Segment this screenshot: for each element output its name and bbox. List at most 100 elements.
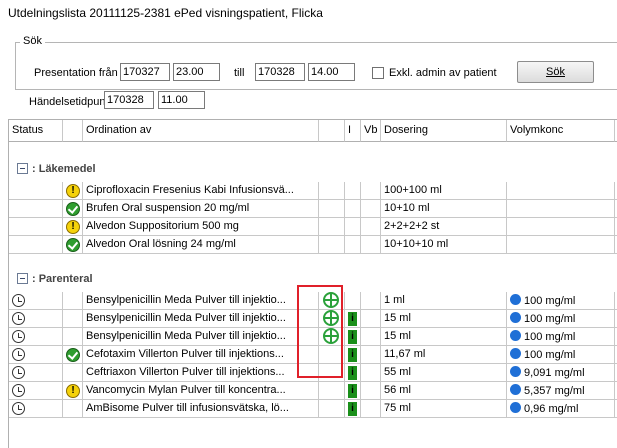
table-row[interactable]: Alvedon Oral lösning 24 mg/ml 10+10+10 ml… [9,236,617,254]
cell-name: Alvedon Suppositorium 500 mg [83,218,319,236]
cell-info [345,182,361,200]
cell-vb [361,328,381,346]
cell-flag: ! [63,218,83,236]
clock-icon [12,402,25,415]
col-header-i[interactable]: I [345,120,361,142]
cell-status [9,292,63,310]
cell-status [9,218,63,236]
event-time-input[interactable]: 11.00 [158,91,205,109]
search-group-label: Sök [20,35,45,47]
exclude-admin-checkbox[interactable] [372,67,384,79]
info-icon[interactable]: i [348,366,357,380]
info-icon[interactable]: i [348,384,357,398]
dose-value: 56 ml [384,384,411,396]
cell-flag [63,346,83,364]
drop-icon [510,312,521,323]
dose-value: 15 ml [384,330,411,342]
till-label: till [234,67,245,79]
ordination-name: Ceftriaxon Villerton Pulver till injekti… [86,366,285,378]
concentration-value: 5,357 mg/ml [524,385,585,397]
cell-flag [63,236,83,254]
clock-icon [12,312,25,325]
cell-info: i [345,400,361,418]
table-row[interactable]: ! Ciprofloxacin Fresenius Kabi Infusionsv… [9,182,617,200]
cell-dose: 10+10 ml [381,200,507,218]
cell-dose: 15 ml [381,310,507,328]
collapse-icon[interactable] [17,273,28,284]
search-button[interactable]: Sök [517,61,594,83]
col-header-dosering[interactable]: Dosering [381,120,507,142]
ordination-name: Bensylpenicillin Meda Pulver till injekt… [86,312,286,324]
cell-dose: 75 ml [381,400,507,418]
collapse-icon[interactable] [17,163,28,174]
cell-vb [361,236,381,254]
info-icon[interactable]: i [348,312,357,326]
event-date-input[interactable]: 170328 [104,91,154,109]
cell-icon [319,400,345,418]
warning-icon: ! [66,220,80,234]
ordination-name: Cefotaxim Villerton Pulver till injektio… [86,348,284,360]
cell-name: Vancomycin Mylan Pulver till koncentra..… [83,382,319,400]
cell-name: Bensylpenicillin Meda Pulver till injekt… [83,310,319,328]
cell-name: AmBisome Pulver till infusionsvätska, lö… [83,400,319,418]
col-header-vb[interactable]: Vb [361,120,381,142]
table-row[interactable]: ! Vancomycin Mylan Pulver till koncentra.… [9,382,617,400]
cell-dose: 1 ml [381,292,507,310]
to-date-input[interactable]: 170328 [255,63,305,81]
ordination-name: Bensylpenicillin Meda Pulver till injekt… [86,330,286,342]
concentration-value: 100 mg/ml [524,349,576,361]
cell-status [9,236,63,254]
cell-status [9,328,63,346]
cell-dose: 2+2+2+2 st [381,218,507,236]
from-time-input[interactable]: 23.00 [173,63,220,81]
cell-info: i [345,328,361,346]
cell-icon [319,200,345,218]
info-icon[interactable]: i [348,402,357,416]
cell-conc [507,218,615,236]
col-header-status[interactable]: Status [9,120,63,142]
dose-value: 15 ml [384,312,411,324]
concentration-value: 9,091 mg/ml [524,367,585,379]
table-row[interactable]: !Alvedon Suppositorium 500 mg2+2+2+2 sti [9,218,617,236]
cell-name: Cefotaxim Villerton Pulver till injektio… [83,346,319,364]
check-icon [66,348,80,362]
to-time-input[interactable]: 14.00 [308,63,355,81]
col-header-volymkonc[interactable]: Volymkonc [507,120,615,142]
cell-dose: 55 ml [381,364,507,382]
ordination-name: AmBisome Pulver till infusionsvätska, lö… [86,402,289,414]
ordination-name: Alvedon Suppositorium 500 mg [86,220,239,232]
group-label: : Parenteral [32,273,93,285]
cell-conc: 9,091 mg/ml [507,364,615,382]
table-row[interactable]: Brufen Oral suspension 20 mg/ml10+10 mli [9,200,617,218]
group-header[interactable]: : Parenteral [9,273,93,293]
table-row[interactable]: AmBisome Pulver till infusionsvätska, lö… [9,400,617,418]
cell-flag [63,310,83,328]
dose-value: 1 ml [384,294,405,306]
clock-icon [12,294,25,307]
cell-name: Ceftriaxon Villerton Pulver till injekti… [83,364,319,382]
cell-vb [361,310,381,328]
cell-info [345,292,361,310]
dose-value: 11,67 ml [384,348,426,360]
highlight-box [297,285,343,378]
cell-info [345,218,361,236]
col-header-icon[interactable] [319,120,345,142]
cell-flag [63,292,83,310]
col-header-flag[interactable] [63,120,83,142]
concentration-value: 0,96 mg/ml [524,403,579,415]
cell-vb [361,346,381,364]
ordination-name: Brufen Oral suspension 20 mg/ml [86,202,250,214]
cell-conc: 0,96 mg/ml [507,400,615,418]
cell-conc [507,182,615,200]
ordination-name: Alvedon Oral lösning 24 mg/ml [86,238,236,250]
info-icon[interactable]: i [348,348,357,362]
cell-vb [361,200,381,218]
from-date-input[interactable]: 170327 [120,63,170,81]
dose-value: 10+10+10 ml [384,238,449,250]
cell-status [9,310,63,328]
group-header[interactable]: : Läkemedel [9,163,96,183]
col-header-ordination[interactable]: Ordination av [83,120,319,142]
info-icon[interactable]: i [348,330,357,344]
cell-flag [63,400,83,418]
window: Utdelningslista 20111125-2381 ePed visni… [0,0,617,448]
